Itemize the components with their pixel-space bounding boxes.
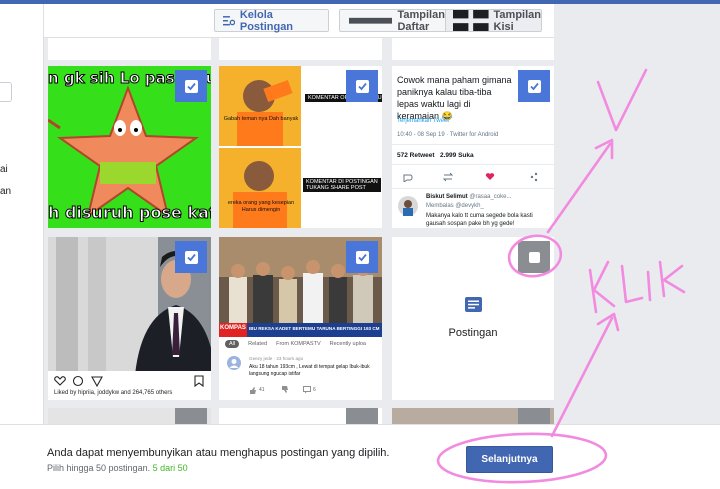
footer-limit: Pilih hingga 50 postingan. 5 dari 50	[47, 463, 188, 473]
post-label: Postingan	[448, 327, 498, 339]
reply-avatar	[398, 196, 418, 216]
footer-message: Anda dapat menyembunyikan atau menghapus…	[47, 447, 390, 459]
tweet-retweets: 572 Retweet	[397, 152, 435, 159]
left-panel-text: an	[0, 186, 12, 197]
check-icon	[357, 82, 367, 90]
grid-icon	[452, 10, 489, 31]
manage-posts-button[interactable]: Kelola Postingan	[214, 8, 329, 33]
tweet-likes: 2.999 Suka	[440, 152, 474, 159]
select-checkbox[interactable]	[346, 70, 378, 102]
meme-text-top: Gabah teman nya Dah banyak	[223, 116, 299, 122]
reply-text: Makanya kalo tt cuma segede bola kasti g…	[426, 213, 533, 227]
divider	[392, 144, 554, 145]
post-tile-tweet[interactable]: Cowok mana paham gimana paniknya kalau t…	[392, 66, 554, 228]
manage-posts-label: Kelola Postingan	[239, 8, 294, 33]
left-panel-control[interactable]	[0, 82, 12, 102]
select-checkbox[interactable]	[175, 70, 207, 102]
list-view-label: Tampilan Daftar	[397, 9, 445, 32]
comment-likes: 41	[259, 387, 265, 393]
like-icon	[250, 387, 256, 394]
settings-list-icon	[223, 15, 235, 25]
next-button[interactable]: Selanjutnya	[466, 446, 553, 473]
grid-view-button[interactable]: Tampilan Kisi	[445, 9, 541, 32]
reply-handle: @rasaa_coke...	[469, 194, 512, 200]
dislike-icon	[282, 386, 288, 393]
select-checkbox[interactable]	[175, 241, 207, 273]
meme-caption-bottom: h disuruh pose kaf	[48, 203, 211, 223]
meme-text-bottom: ereka orang yang kesepian Harus dimengin	[227, 200, 295, 213]
tweet-action-icons	[403, 172, 538, 182]
comment-replies: 6	[313, 387, 316, 393]
select-checkbox-unchecked[interactable]	[518, 241, 550, 273]
video-tab[interactable]: All	[225, 340, 240, 348]
news-brand: KOMPAS	[220, 325, 246, 331]
post-tile-text-post[interactable]: Postingan	[392, 237, 554, 400]
select-checkbox[interactable]	[518, 70, 550, 102]
instagram-action-icons	[54, 375, 103, 387]
posts-toolbar: Kelola Postingan Tampilan Daftar Tampila…	[44, 4, 554, 38]
checkbox-partial	[346, 408, 378, 424]
checkbox-partial	[518, 408, 550, 424]
drake-figure-bottom	[219, 148, 301, 228]
liked-by-text: Liked by hipriia, joddykw and 264,765 ot…	[54, 390, 173, 396]
tweet-meta: 10:40 - 08 Sep 19 · Twitter for Android	[397, 132, 499, 138]
drake-figure-top	[219, 66, 301, 146]
news-ticker: IBU REKSA KADET BERTEMU TARUNA BERTINGGI…	[249, 326, 380, 331]
select-checkbox[interactable]	[346, 241, 378, 273]
post-tile-patrick-meme[interactable]: n gk sih Lo pas mau h disuruh pose kaf	[48, 66, 211, 228]
comment-user: Geezy jede · 23 hours ago	[249, 356, 304, 361]
reply-header: Biskut Selimut @rasaa_coke...	[426, 194, 511, 200]
list-icon	[349, 17, 393, 24]
next-row-tile	[219, 408, 382, 424]
check-icon	[529, 82, 539, 90]
selection-footer: Anda dapat menyembunyikan atau menghapus…	[0, 424, 720, 489]
next-row-tile	[48, 408, 211, 424]
drake-image-bottom	[219, 148, 301, 228]
divider	[392, 164, 554, 165]
selected-count: 5 dari 50	[152, 463, 188, 473]
video-tab[interactable]: Recently uploa	[330, 341, 366, 347]
previous-row-tile	[392, 38, 554, 60]
view-toggle: Tampilan Daftar Tampilan Kisi	[339, 9, 542, 32]
left-panel-text: ai	[0, 164, 8, 175]
bookmark-icon	[194, 375, 204, 387]
post-icon	[465, 297, 482, 312]
post-tile-news-video[interactable]: KOMPAS IBU REKSA KADET BERTEMU TARUNA BE…	[219, 237, 382, 400]
divider	[392, 188, 554, 189]
next-row-tile	[392, 408, 554, 424]
tweet-text: Cowok mana paham gimana paniknya kalau t…	[397, 75, 512, 121]
drake-image-top	[219, 66, 301, 146]
check-icon	[186, 253, 196, 261]
check-icon	[357, 253, 367, 261]
comment-text: Aku 18 tahun 193cm , Lewat di tempat gel…	[249, 364, 370, 377]
previous-row-tile	[48, 38, 211, 60]
meme-label-bottom: KOMENTAR DI POSTINGAN TUKANG SHARE POST	[303, 178, 381, 192]
tweet-translate-link[interactable]: Terjemahkan Tweet	[397, 118, 449, 124]
video-tab[interactable]: Related	[248, 341, 267, 347]
post-tile-drake-meme[interactable]: KOMENTAR ORANG FAMOUS Gabah teman nya Da…	[219, 66, 382, 228]
grid-view-label: Tampilan Kisi	[493, 9, 541, 32]
video-tabs: All Related From KOMPASTV Recently uploa	[219, 337, 382, 351]
right-gray-area	[554, 4, 720, 424]
checkbox-partial	[175, 408, 207, 424]
list-view-button[interactable]: Tampilan Daftar	[340, 10, 446, 31]
reply-icon	[303, 386, 311, 394]
left-panel: ai an	[0, 4, 44, 424]
reply-to: Membalas @devykh_	[426, 203, 484, 209]
video-tab[interactable]: From KOMPASTV	[276, 341, 321, 347]
post-tile-portrait[interactable]: Liked by hipriia, joddykw and 264,765 ot…	[48, 237, 211, 400]
limit-text: Pilih hingga 50 postingan.	[47, 463, 151, 473]
check-icon	[186, 82, 196, 90]
previous-row-tile	[219, 38, 382, 60]
comment-avatar	[227, 356, 241, 370]
reply-name: Biskut Selimut	[426, 194, 468, 200]
